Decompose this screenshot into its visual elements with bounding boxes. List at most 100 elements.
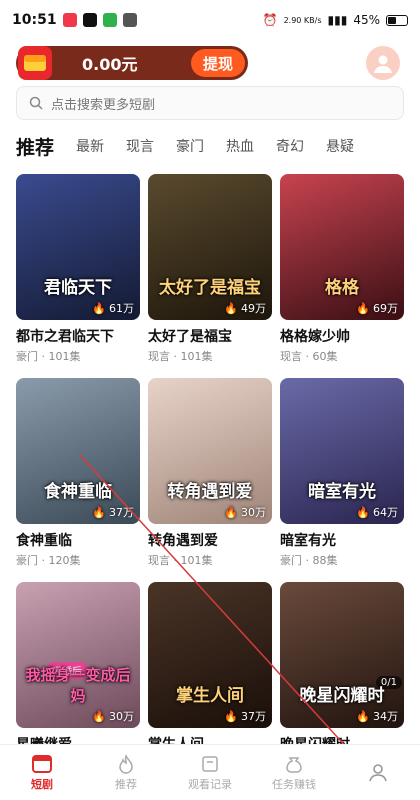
battery-percent: 45% bbox=[353, 13, 380, 27]
drama-title[interactable]: 都市之君临天下 bbox=[16, 326, 140, 346]
user-icon bbox=[374, 55, 392, 73]
view-count: 🔥 34万 bbox=[356, 709, 398, 724]
flame-icon: 🔥 bbox=[356, 709, 370, 723]
tab-suspense[interactable]: 悬疑 bbox=[326, 136, 354, 156]
tab-wealthy[interactable]: 豪门 bbox=[176, 136, 204, 156]
poster-title: 晚星闪耀时 bbox=[299, 686, 385, 706]
drama-meta: 豪门 · 120集 bbox=[16, 554, 81, 567]
tab-action[interactable]: 热血 bbox=[226, 136, 254, 156]
flame-icon: 🔥 bbox=[356, 505, 370, 519]
flame-icon bbox=[119, 753, 133, 774]
search-placeholder: 点击搜索更多短剧 bbox=[51, 97, 156, 113]
battery-icon bbox=[386, 14, 408, 26]
nav-label: 推荐 bbox=[115, 777, 137, 791]
bottom-nav: 短剧 推荐 观看记录 任务赚钱 bbox=[0, 744, 420, 800]
poster-title: 掌生人间 bbox=[176, 686, 244, 706]
avatar[interactable] bbox=[366, 46, 400, 80]
poster[interactable]: 食神重临 🔥 37万 bbox=[16, 378, 140, 524]
view-count: 🔥 37万 bbox=[224, 709, 266, 724]
status-time: 10:51 bbox=[12, 12, 57, 28]
flame-icon: 🔥 bbox=[224, 505, 238, 519]
drama-meta: 豪门 · 88集 bbox=[280, 554, 338, 567]
poster[interactable]: 0/1 晚星闪耀时 🔥 34万 bbox=[280, 582, 404, 728]
poster-title: 食神重临 bbox=[44, 482, 112, 502]
flame-icon: 🔥 bbox=[92, 505, 106, 519]
profile-icon bbox=[369, 763, 387, 781]
wallet-balance: 0.00元 bbox=[82, 55, 138, 74]
drama-card[interactable]: 君临天下 🔥 61万 都市之君临天下 豪门 · 101集 bbox=[16, 174, 140, 364]
flame-icon: 🔥 bbox=[224, 301, 238, 315]
nav-item-history[interactable]: 观看记录 bbox=[168, 745, 252, 800]
drama-title[interactable]: 转角遇到爱 bbox=[148, 530, 272, 550]
tab-recommend[interactable]: 推荐 bbox=[16, 133, 54, 160]
poster[interactable]: 格格 🔥 69万 bbox=[280, 174, 404, 320]
alarm-icon: ⏰ bbox=[262, 13, 278, 27]
poster-title: 暗室有光 bbox=[308, 482, 376, 502]
view-count: 🔥 61万 bbox=[92, 301, 134, 316]
drama-card[interactable]: 太好了是福宝 🔥 49万 太好了是福宝 现言 · 101集 bbox=[148, 174, 272, 364]
drama-card[interactable]: 食神重临 🔥 37万 食神重临 豪门 · 120集 bbox=[16, 378, 140, 568]
search-input[interactable]: 点击搜索更多短剧 bbox=[16, 86, 404, 120]
drama-icon bbox=[32, 754, 52, 773]
view-count: 🔥 37万 bbox=[92, 505, 134, 520]
drama-meta: 现言 · 101集 bbox=[148, 554, 213, 567]
drama-title[interactable]: 太好了是福宝 bbox=[148, 326, 272, 346]
poster[interactable]: 掌生人间 🔥 37万 bbox=[148, 582, 272, 728]
drama-title[interactable]: 格格嫁少帅 bbox=[280, 326, 404, 346]
view-count: 🔥 69万 bbox=[356, 301, 398, 316]
flame-icon: 🔥 bbox=[92, 301, 106, 315]
view-count: 🔥 30万 bbox=[224, 505, 266, 520]
poster-title: 转角遇到爱 bbox=[167, 482, 253, 502]
message-notification-icon bbox=[102, 13, 117, 27]
drama-card[interactable]: 格格 🔥 69万 格格嫁少帅 现言 · 60集 bbox=[280, 174, 404, 364]
drama-card[interactable]: 0/1 晚星闪耀时 🔥34万 晚星闪耀时 bbox=[280, 582, 404, 754]
signal-icon: ▮▮▮ bbox=[327, 13, 348, 27]
nav-item-earn[interactable]: 任务赚钱 bbox=[252, 745, 336, 800]
category-tabs: 推荐 最新 现言 豪门 热血 奇幻 悬疑 bbox=[16, 130, 406, 162]
nav-label: 观看记录 bbox=[188, 777, 232, 791]
wallet-bar[interactable]: 0.00元 提现 bbox=[16, 46, 248, 80]
search-icon bbox=[29, 96, 43, 110]
view-count: 🔥 64万 bbox=[356, 505, 398, 520]
nav-label: 任务赚钱 bbox=[272, 777, 316, 791]
history-icon bbox=[202, 755, 218, 772]
drama-meta: 豪门 · 101集 bbox=[16, 350, 81, 363]
app-notification-icon bbox=[62, 13, 77, 27]
tab-latest[interactable]: 最新 bbox=[76, 136, 104, 156]
view-count: 🔥 30万 bbox=[92, 709, 134, 724]
drama-card[interactable]: 暗室有光 🔥 64万 暗室有光 豪门 · 88集 bbox=[280, 378, 404, 568]
nav-label: 短剧 bbox=[31, 777, 53, 791]
coin-bag-icon bbox=[286, 756, 302, 773]
tiktok-notification-icon bbox=[82, 13, 97, 27]
poster-title: 格格 bbox=[325, 278, 359, 298]
nav-item-drama[interactable]: 短剧 bbox=[0, 745, 84, 800]
view-count: 🔥 49万 bbox=[224, 301, 266, 316]
drama-title[interactable]: 食神重临 bbox=[16, 530, 140, 550]
drama-card[interactable]: 转角遇到爱 🔥 30万 转角遇到爱 现言 · 101集 bbox=[148, 378, 272, 568]
network-speed: 2.90 KB/s bbox=[283, 15, 322, 25]
poster-title: 我摇身一变成后妈 bbox=[25, 666, 131, 705]
poster[interactable]: 暗室有光 🔥 64万 bbox=[280, 378, 404, 524]
app-notification-icon bbox=[122, 13, 137, 27]
red-envelope-icon bbox=[18, 46, 52, 80]
flame-icon: 🔥 bbox=[356, 301, 370, 315]
flame-icon: 🔥 bbox=[224, 709, 238, 723]
poster[interactable]: 太好了是福宝 🔥 49万 bbox=[148, 174, 272, 320]
poster-title: 君临天下 bbox=[44, 278, 112, 298]
drama-card[interactable]: 闪婚后 我摇身一变成后妈 🔥30万 星曦继爱 bbox=[16, 582, 140, 754]
drama-title[interactable]: 暗室有光 bbox=[280, 530, 404, 550]
status-bar: 10:51 ⏰ 2.90 KB/s ▮▮▮ 45% bbox=[0, 0, 420, 40]
drama-card[interactable]: 掌生人间 🔥37万 掌生人间 bbox=[148, 582, 272, 754]
drama-meta: 现言 · 60集 bbox=[280, 350, 338, 363]
withdraw-button[interactable]: 提现 bbox=[190, 49, 245, 77]
tab-modern-romance[interactable]: 现言 bbox=[126, 136, 154, 156]
drama-meta: 现言 · 101集 bbox=[148, 350, 213, 363]
poster-title: 太好了是福宝 bbox=[159, 278, 261, 298]
poster[interactable]: 闪婚后 我摇身一变成后妈 🔥 30万 bbox=[16, 582, 140, 728]
tab-fantasy[interactable]: 奇幻 bbox=[276, 136, 304, 156]
poster[interactable]: 转角遇到爱 🔥 30万 bbox=[148, 378, 272, 524]
poster[interactable]: 君临天下 🔥 61万 bbox=[16, 174, 140, 320]
nav-item-recommend[interactable]: 推荐 bbox=[84, 745, 168, 800]
nav-item-profile[interactable] bbox=[336, 745, 420, 800]
flame-icon: 🔥 bbox=[92, 709, 106, 723]
